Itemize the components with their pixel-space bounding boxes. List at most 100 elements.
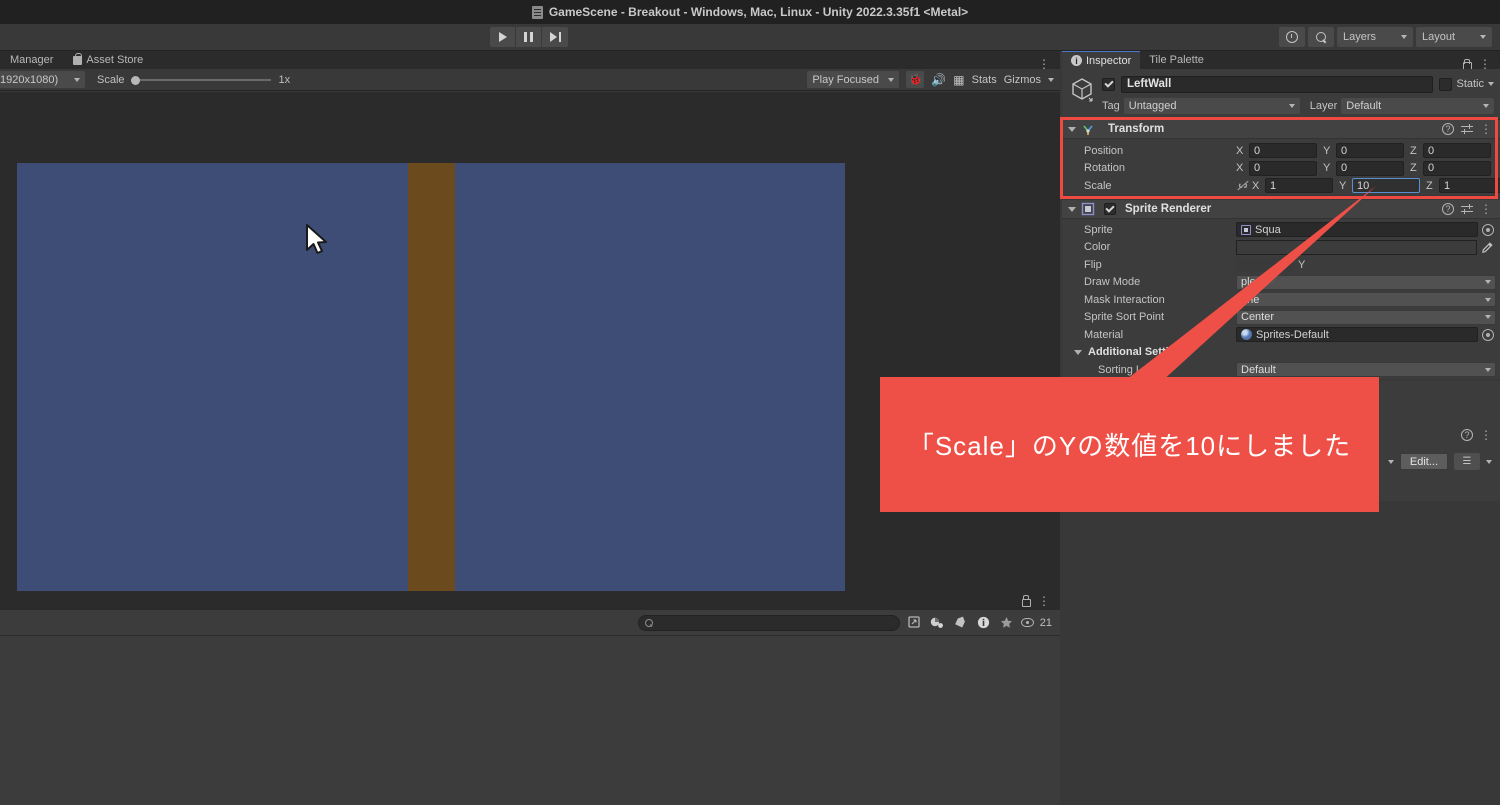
- chevron-down-icon[interactable]: [1486, 459, 1492, 464]
- new-asset-icon[interactable]: [929, 615, 946, 631]
- help-icon[interactable]: ?: [1442, 203, 1454, 215]
- game-panel-menu-icon[interactable]: ⋮: [1038, 58, 1060, 70]
- sprite-renderer-enabled-checkbox[interactable]: [1104, 202, 1116, 215]
- material-object-field[interactable]: Sprites-Default: [1236, 327, 1478, 343]
- scale-x-input[interactable]: [1265, 178, 1333, 194]
- mask-interaction-dropdown[interactable]: one: [1236, 292, 1496, 308]
- scale-fields: X Y Z: [1236, 178, 1500, 194]
- favorite-icon[interactable]: [998, 615, 1015, 631]
- layer-dropdown[interactable]: Default: [1341, 97, 1494, 114]
- position-x-input[interactable]: [1249, 143, 1317, 159]
- tag-icon[interactable]: [952, 615, 969, 631]
- foldout-arrow-icon[interactable]: [1074, 349, 1082, 355]
- search-input[interactable]: [656, 617, 893, 628]
- tab-tile-palette[interactable]: Tile Palette: [1140, 51, 1213, 69]
- static-checkbox[interactable]: [1439, 77, 1453, 91]
- window-title-group: GameScene - Breakout - Windows, Mac, Lin…: [531, 5, 968, 19]
- tab-asset-store[interactable]: Asset Store: [63, 51, 153, 69]
- scale-slider[interactable]: [130, 73, 271, 87]
- material-sphere-icon: [1241, 329, 1252, 341]
- resolution-label: 1920x1080): [0, 73, 59, 86]
- eye-icon[interactable]: [1020, 618, 1034, 627]
- preset-icon[interactable]: [1461, 123, 1473, 135]
- stats-button[interactable]: Stats: [972, 74, 997, 86]
- rotation-z-input[interactable]: [1423, 160, 1491, 176]
- debug-button[interactable]: 🐞: [906, 71, 925, 88]
- axis-y-label: Y: [1323, 162, 1331, 175]
- play-mode-label: Play Focused: [812, 73, 879, 86]
- lock-icon[interactable]: [1021, 595, 1031, 607]
- edit-button[interactable]: Edit...: [1399, 453, 1448, 470]
- additional-settings-row[interactable]: Additional Setting: [1062, 344, 1500, 362]
- layers-dropdown[interactable]: Layers: [1337, 27, 1413, 47]
- tag-dropdown[interactable]: Untagged: [1123, 97, 1300, 114]
- rotation-y-input[interactable]: [1336, 160, 1404, 176]
- object-picker-icon[interactable]: [1482, 223, 1494, 236]
- position-y-input[interactable]: [1336, 143, 1404, 159]
- grid-icon[interactable]: ▦: [953, 73, 964, 87]
- check-icon: [1105, 202, 1115, 213]
- preset-icon[interactable]: [1461, 203, 1473, 215]
- help-icon[interactable]: ?: [1442, 123, 1454, 135]
- flip-x-checkbox-area[interactable]: [1236, 257, 1292, 273]
- object-enabled-checkbox[interactable]: [1102, 77, 1115, 91]
- color-swatch-field[interactable]: [1236, 239, 1477, 255]
- eyedropper-icon[interactable]: [1481, 241, 1494, 254]
- mask-interaction-label: Mask Interaction: [1084, 293, 1165, 306]
- sprite-renderer-header[interactable]: Sprite Renderer ? ⋮: [1062, 200, 1500, 219]
- rotation-x-input[interactable]: [1249, 160, 1317, 176]
- transform-header[interactable]: Transform ? ⋮: [1062, 120, 1500, 139]
- foldout-arrow-icon[interactable]: [1068, 206, 1076, 212]
- sprite-object-field[interactable]: Squa: [1236, 222, 1478, 238]
- list-icon[interactable]: ☰: [1454, 453, 1480, 470]
- chevron-down-icon[interactable]: [1048, 77, 1054, 82]
- sorting-layer-dropdown[interactable]: Default: [1236, 362, 1496, 378]
- mute-audio-icon[interactable]: 🔊: [931, 73, 946, 87]
- gizmos-button[interactable]: Gizmos: [1004, 74, 1041, 86]
- info-icon[interactable]: [975, 615, 992, 631]
- search-input-wrapper[interactable]: [637, 614, 900, 631]
- constrain-proportions-icon[interactable]: [1236, 180, 1250, 191]
- axis-x-label: X: [1236, 162, 1244, 175]
- chevron-down-icon[interactable]: [1488, 82, 1494, 86]
- step-icon: [549, 32, 561, 42]
- scale-slider-knob[interactable]: [130, 75, 140, 85]
- foldout-arrow-icon[interactable]: [1068, 126, 1076, 132]
- draw-mode-dropdown[interactable]: ple: [1236, 274, 1496, 290]
- unity-editor-window: GameScene - Breakout - Windows, Mac, Lin…: [0, 0, 1500, 805]
- chevron-down-icon: [1485, 280, 1491, 285]
- scale-z-input[interactable]: [1439, 178, 1500, 194]
- chevron-down-icon: [1480, 35, 1486, 39]
- sprite-sort-point-dropdown[interactable]: Center: [1236, 309, 1496, 325]
- layers-label: Layers: [1343, 31, 1377, 43]
- project-panel-body[interactable]: [0, 636, 1060, 805]
- play-mode-dropdown[interactable]: Play Focused: [807, 71, 900, 88]
- help-icon[interactable]: ?: [1461, 429, 1473, 441]
- object-picker-icon[interactable]: [1482, 328, 1494, 341]
- kebab-menu-icon[interactable]: ⋮: [1480, 123, 1492, 135]
- kebab-menu-icon[interactable]: ⋮: [1480, 429, 1492, 441]
- scale-y-input[interactable]: [1352, 178, 1420, 194]
- lock-icon[interactable]: [1462, 58, 1472, 70]
- layout-dropdown[interactable]: Layout: [1416, 27, 1492, 47]
- position-z-input[interactable]: [1423, 143, 1491, 159]
- step-button[interactable]: [542, 27, 568, 47]
- tab-inspector[interactable]: i Inspector: [1062, 51, 1141, 69]
- kebab-menu-icon[interactable]: ⋮: [1038, 595, 1050, 607]
- play-button[interactable]: [490, 27, 516, 47]
- axis-x-label: X: [1236, 144, 1244, 157]
- object-name-input[interactable]: [1121, 75, 1434, 93]
- search-button[interactable]: [1308, 27, 1334, 47]
- resolution-dropdown[interactable]: 1920x1080): [0, 71, 85, 88]
- chevron-down-icon[interactable]: [1387, 459, 1394, 464]
- sorting-layer-label: Sorting Laye: [1098, 363, 1160, 376]
- inspector-object-header: Static Tag Untagged Layer Default: [1062, 69, 1500, 120]
- tab-manager[interactable]: Manager: [0, 51, 63, 69]
- kebab-menu-icon[interactable]: ⋮: [1480, 203, 1492, 215]
- sprite-renderer-component: Sprite Renderer ? ⋮ Sprite Squa Color Fl…: [1062, 200, 1500, 379]
- pause-button[interactable]: [516, 27, 542, 47]
- game-view-render-area[interactable]: [0, 92, 1060, 591]
- kebab-menu-icon[interactable]: ⋮: [1479, 58, 1491, 70]
- undo-history-button[interactable]: [1279, 27, 1305, 47]
- new-script-icon[interactable]: [906, 615, 923, 631]
